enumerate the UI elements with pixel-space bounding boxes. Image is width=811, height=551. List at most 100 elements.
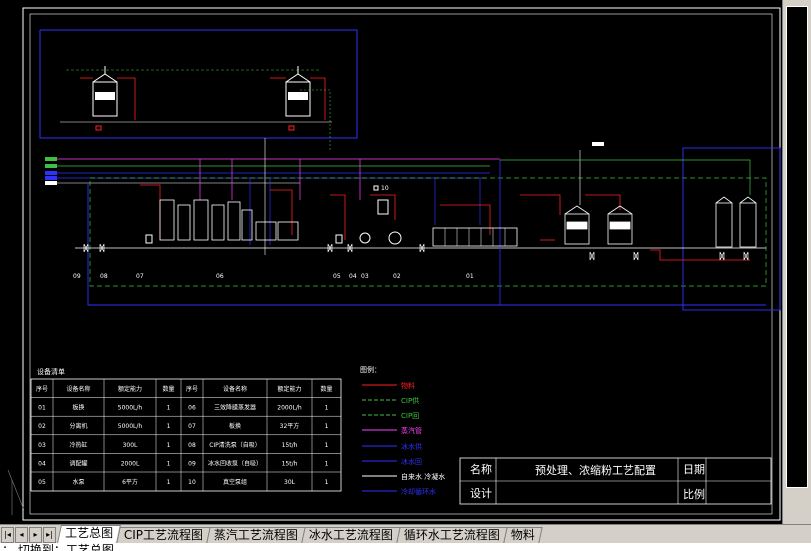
layout-tab-bar: |◂ ◂ ▸ ▸| 工艺总图 CIP工艺流程图 蒸汽工艺流程图 冰水工艺流程图 … [0,524,811,543]
title-block: 名称 预处理、浓缩粉工艺配置 日期 设计 比例 [459,457,772,505]
legend-label: 冷却循环水 [401,487,436,496]
table-cell: 1 [325,442,329,449]
table-cell: 额定能力 [118,385,142,393]
drawing-canvas[interactable]: 10 09 08 07 06 05 04 03 02 01 设备清单 序号 设备名称 额定能力 数量 序… [0,0,811,524]
table-cell: 水泵 [72,478,84,486]
table-cell: 6平方 [122,478,138,486]
table-cell: 01 [38,405,46,412]
table-cell: 真空泵组 [223,478,247,486]
table-cell: 15t/h [282,460,298,467]
zone-label: 08 [100,273,108,280]
drawing-inner-border [29,13,773,515]
date-label: 日期 [683,463,705,476]
legend-title: 图例： [360,365,381,374]
table-cell: 1 [167,479,171,486]
tank-right-2 [739,196,757,248]
legend: 图例： 物料 CIP供 CIP回蒸汽管冰水供冰水回自来水 冷凝水冷却循环水 [360,365,445,496]
next-tab-arrow-icon[interactable]: ▸ [29,527,42,543]
table-cell: 设备名称 [223,385,247,393]
table-cell: 02 [38,423,46,430]
tank-right-1 [715,196,733,248]
table-cell: 30L [284,479,296,486]
table-cell: 10 [188,479,196,486]
table-cell: 板换 [229,422,241,430]
tab-steam-flow[interactable]: 蒸汽工艺流程图 [206,527,306,543]
table-cell: 05 [38,479,46,486]
legend-label: 冰水回 [401,457,422,466]
legend-label: 自来水 冷凝水 [401,472,445,481]
valve-label: 10 [381,185,389,192]
table-cell: 序号 [186,385,198,393]
table-cell: 冷热缸 [69,441,87,449]
table-cell: 1 [167,460,171,467]
design-label: 设计 [470,487,492,500]
tank-top-right [285,66,311,131]
table-cell: 设备名称 [66,385,90,393]
equipment-table-title: 设备清单 [37,367,65,376]
scrollbar-thumb[interactable] [786,6,808,488]
table-cell: 300L [123,442,138,449]
zone-label: 07 [136,273,144,280]
equipment-table: 设备清单 序号 设备名称 额定能力 数量 序号 设备名称 额定能力 数量 01 板换 5000L/h… [30,367,342,492]
table-cell: 调配罐 [69,459,87,467]
vertical-scrollbar[interactable] [782,0,811,524]
evaporator-06 [159,199,299,241]
table-cell: 06 [188,405,196,412]
tab-chilled-water-flow[interactable]: 冰水工艺流程图 [301,527,401,543]
command-line-text: ： 切换到：工艺总图 [2,543,114,551]
zone-label: 02 [393,273,401,280]
table-cell: 5000L/h [118,423,143,430]
zone-label: 06 [216,273,224,280]
tab-material[interactable]: 物料 [503,527,543,543]
table-cell: 09 [188,460,196,467]
zone-label: 05 [333,273,341,280]
last-tab-arrow-icon[interactable]: ▸| [43,527,56,543]
table-cell: 板换 [72,404,84,412]
table-cell: 额定能力 [277,385,301,393]
legend-label: CIP供 [401,396,419,405]
table-cell: 08 [188,442,196,449]
tank-mid-right [607,205,633,245]
cip-boundary [89,177,767,287]
zone-label: 09 [73,273,81,280]
scale-label: 比例 [683,487,705,501]
table-cell: 1 [167,423,171,430]
table-cell: 三效降膜蒸发器 [214,404,256,412]
prev-tab-arrow-icon[interactable]: ◂ [15,527,28,543]
table-cell: 15t/h [282,442,298,449]
name-label: 名称 [470,462,492,476]
table-cell: 1 [325,423,329,430]
tab-circulating-water-flow[interactable]: 循环水工艺流程图 [396,527,508,543]
zone-label: 01 [466,273,474,280]
zone-label: 04 [349,273,357,280]
tank-mid-left [564,205,590,245]
table-cell: CIP清洗泵（自吸） [209,441,261,449]
table-cell: 数量 [162,385,174,393]
name-value: 预处理、浓缩粉工艺配置 [535,464,656,477]
table-cell: 1 [325,460,329,467]
table-cell: 分离机 [69,422,87,430]
zone-labels: 09 08 07 06 05 04 03 02 01 [73,273,474,280]
legend-label: CIP回 [401,412,419,420]
table-cell: 1 [167,442,171,449]
legend-label: 蒸汽管 [401,426,422,435]
tab-cip-flow[interactable]: CIP工艺流程图 [116,527,211,543]
command-line[interactable]: ： 切换到：工艺总图 [0,543,811,551]
legend-label: 物料 [401,381,415,390]
table-cell: 1 [167,405,171,412]
table-cell: 5000L/h [118,405,143,412]
first-tab-arrow-icon[interactable]: |◂ [1,527,14,543]
table-cell: 2000L/h [277,405,302,412]
table-cell: 07 [188,423,196,430]
process-flow-drawing: 10 09 08 07 06 05 04 03 02 01 设备清单 序号 设备名称 额定能力 数量 序… [7,7,781,521]
tab-process-overview[interactable]: 工艺总图 [57,525,121,543]
plate-exchanger-01 [432,227,518,247]
zone-label: 03 [361,273,369,280]
table-cell: 冰水回收泵（自吸） [208,459,262,467]
table-cell: 1 [325,405,329,412]
legend-label: 冰水供 [401,442,422,451]
table-cell: 04 [38,460,46,467]
table-cell: 2000L [121,460,140,467]
table-cell: 数量 [320,385,332,393]
table-cell: 1 [325,479,329,486]
